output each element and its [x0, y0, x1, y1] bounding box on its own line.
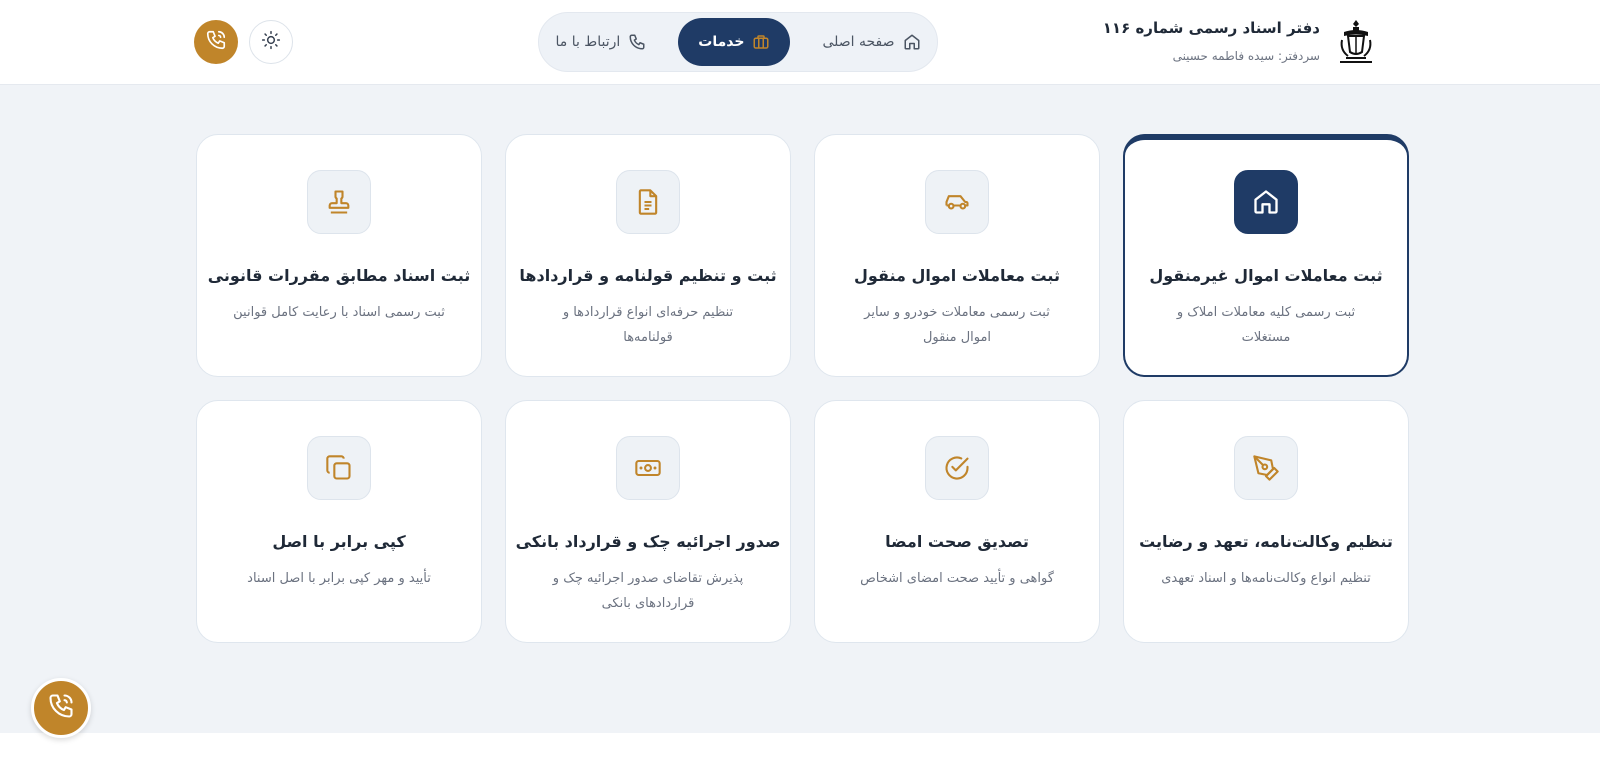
nav-item-label: ارتباط با ما	[555, 34, 621, 50]
service-card-power-of-attorney[interactable]: تنظیم وکالت‌نامه، تعهد و رضایت تنظیم انو…	[1123, 400, 1409, 643]
service-title: تنظیم وکالت‌نامه، تعهد و رضایت	[1139, 532, 1393, 551]
site-title: دفتر اسناد رسمی شماره ۱۱۶	[1102, 19, 1320, 37]
service-card-legal-documents[interactable]: ثبت اسناد مطابق مقررات قانونی ثبت رسمی ا…	[196, 134, 482, 377]
stamp-icon	[307, 170, 371, 234]
service-title: کپی برابر با اصل	[272, 532, 406, 551]
check-circle-icon	[925, 436, 989, 500]
brand[interactable]: دفتر اسناد رسمی شماره ۱۱۶ سردفتر: سیده ف…	[1103, 14, 1382, 70]
service-title: ثبت اسناد مطابق مقررات قانونی	[207, 266, 471, 285]
service-description: تنظیم حرفه‌ای انواع قراردادها و قولنامه‌…	[562, 305, 734, 345]
home-icon	[903, 33, 921, 51]
theme-toggle-button[interactable]	[249, 20, 293, 64]
sun-icon	[261, 30, 281, 54]
service-card-certified-copy[interactable]: کپی برابر با اصل تأیید و مهر کپی برابر ب…	[196, 400, 482, 643]
nav-item-home[interactable]: صفحه اصلی	[802, 18, 940, 66]
phone-call-icon	[47, 692, 75, 724]
service-description: پذیرش تقاضای صدور اجرائیه چک و قراردادها…	[552, 571, 744, 611]
nav-item-label: صفحه اصلی	[822, 34, 895, 50]
nav-item-contact[interactable]: ارتباط با ما	[535, 18, 666, 66]
service-description: تأیید و مهر کپی برابر با اصل اسناد	[247, 571, 431, 586]
main-nav: صفحه اصلی خدمات ارتباط با ما	[538, 12, 938, 72]
pen-nib-icon	[1234, 436, 1298, 500]
site-subtitle: سردفتر: سیده فاطمه حسینی	[1172, 49, 1320, 63]
briefcase-icon	[752, 33, 770, 51]
service-card-signature-verification[interactable]: تصدیق صحت امضا گواهی و تأیید صحت امضای ا…	[814, 400, 1100, 643]
service-title: ثبت و تنظیم قولنامه و قراردادها	[519, 266, 777, 285]
service-description: ثبت رسمی کلیه معاملات املاک و مستغلات	[1176, 305, 1356, 345]
service-title: ثبت معاملات اموال غیرمنقول	[1149, 266, 1383, 285]
car-icon	[925, 170, 989, 234]
nav-item-services[interactable]: خدمات	[678, 18, 791, 66]
service-description: ثبت رسمی معاملات خودرو و سایر اموال منقو…	[864, 305, 1050, 345]
brand-text: دفتر اسناد رسمی شماره ۱۱۶ سردفتر: سیده ف…	[1103, 17, 1320, 67]
service-title: صدور اجرائیه چک و قرارداد بانکی	[515, 532, 781, 551]
service-card-contracts[interactable]: ثبت و تنظیم قولنامه و قراردادها تنظیم حر…	[505, 134, 791, 377]
phone-icon	[628, 33, 646, 51]
service-card-immovable-property[interactable]: ثبت معاملات اموال غیرمنقول ثبت رسمی کلیه…	[1123, 134, 1409, 377]
document-icon	[616, 170, 680, 234]
service-title: ثبت معاملات اموال منقول	[854, 266, 1060, 285]
service-description: ثبت رسمی اسناد با رعایت کامل قوانین	[233, 305, 445, 320]
nav-item-label: خدمات	[698, 34, 745, 50]
site-header: دفتر اسناد رسمی شماره ۱۱۶ سردفتر: سیده ف…	[0, 0, 1600, 85]
services-grid: ثبت معاملات اموال غیرمنقول ثبت رسمی کلیه…	[195, 134, 1409, 643]
service-card-cheque-execution[interactable]: صدور اجرائیه چک و قرارداد بانکی پذیرش تق…	[505, 400, 791, 643]
service-card-movable-property[interactable]: ثبت معاملات اموال منقول ثبت رسمی معاملات…	[814, 134, 1100, 377]
notary-emblem-icon	[1330, 16, 1382, 68]
floating-call-button[interactable]	[31, 678, 91, 738]
service-description: گواهی و تأیید صحت امضای اشخاص	[860, 571, 1054, 586]
phone-call-icon	[205, 29, 227, 55]
banknote-icon	[616, 436, 680, 500]
call-button[interactable]	[194, 20, 238, 64]
service-description: تنظیم انواع وکالت‌نامه‌ها و اسناد تعهدی	[1161, 571, 1371, 586]
service-title: تصدیق صحت امضا	[885, 532, 1029, 551]
footer-strip	[0, 733, 1600, 761]
house-icon	[1234, 170, 1298, 234]
copy-icon	[307, 436, 371, 500]
